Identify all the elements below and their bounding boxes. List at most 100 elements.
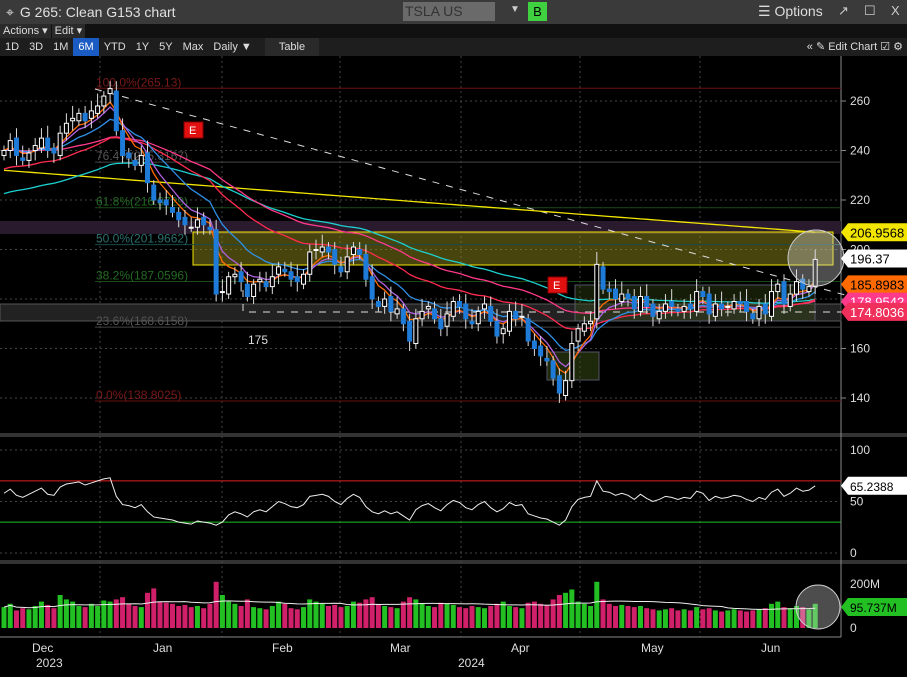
candle	[207, 226, 213, 231]
candle	[687, 303, 693, 310]
vol-tick-label: 0	[850, 621, 857, 635]
fib-label: 61.8%(216.8729)	[96, 195, 188, 209]
candle	[1, 150, 7, 156]
candle	[463, 303, 469, 320]
candle	[425, 305, 431, 310]
candle	[444, 313, 450, 327]
candle	[494, 320, 500, 337]
candle	[7, 140, 13, 152]
y-tick-label: 220	[850, 193, 870, 207]
candle	[432, 308, 438, 320]
volume-bar	[519, 608, 525, 628]
candle	[457, 300, 463, 307]
fib-label: 23.6%(168.6158)	[96, 314, 188, 328]
candle	[325, 246, 331, 253]
volume-bar	[494, 603, 500, 628]
volume-bar	[531, 601, 537, 628]
candle	[82, 112, 88, 122]
annotation-175: 175	[248, 333, 268, 347]
volume-bar	[288, 608, 294, 628]
volume-bar	[781, 607, 787, 628]
tag-volume-text: 95.737M	[850, 601, 897, 615]
volume-bar	[725, 610, 731, 628]
volume-bar	[694, 607, 700, 628]
month-label: Feb	[272, 641, 293, 655]
rsi-tick-label: 0	[850, 546, 857, 560]
volume-bar	[525, 602, 531, 628]
candle	[382, 298, 388, 307]
candle	[263, 281, 269, 288]
volume-bar	[787, 608, 793, 628]
candle	[719, 303, 725, 310]
candle	[469, 320, 475, 325]
candle	[126, 152, 132, 159]
volume-bar	[213, 581, 219, 628]
volume-bar	[438, 602, 444, 628]
volume-bar	[57, 595, 63, 628]
volume-bar	[313, 601, 319, 628]
candle	[625, 293, 631, 300]
candle	[737, 300, 743, 305]
volume-bar	[737, 610, 743, 628]
candle	[145, 152, 151, 184]
tag-ma-orange-text: 185.8983	[850, 277, 904, 292]
volume-bar	[282, 603, 288, 628]
volume-bar	[88, 603, 94, 628]
candle	[413, 318, 419, 345]
volume-bar	[163, 602, 169, 628]
volume-bar	[375, 603, 381, 628]
candle	[500, 328, 506, 335]
candle	[63, 122, 69, 134]
candle	[76, 112, 82, 122]
tag-price-text: 196.37	[850, 251, 890, 266]
candle	[756, 305, 762, 320]
volume-bar	[169, 603, 175, 628]
volume-bar	[675, 610, 681, 628]
candle	[606, 288, 612, 293]
candle	[637, 296, 643, 312]
earnings-label: E	[553, 280, 560, 292]
candle	[563, 380, 569, 397]
month-label: Dec	[32, 641, 53, 655]
candle	[57, 132, 63, 156]
candle	[700, 291, 706, 298]
candle	[669, 300, 675, 307]
volume-bar	[276, 601, 282, 628]
candle	[151, 184, 157, 201]
candle	[506, 310, 512, 332]
volume-bar	[550, 599, 556, 628]
candle	[182, 216, 188, 226]
volume-bar	[613, 606, 619, 628]
candle	[569, 343, 575, 382]
candle	[806, 286, 812, 293]
candle	[288, 271, 294, 280]
volume-bar	[338, 607, 344, 628]
candle	[619, 293, 625, 302]
candle	[588, 320, 594, 325]
candle	[70, 117, 76, 122]
candle	[238, 271, 244, 283]
candle	[781, 281, 787, 305]
volume-bar	[157, 601, 163, 628]
volume-bar	[95, 606, 101, 628]
volume-bar	[325, 606, 331, 628]
candle	[194, 219, 200, 228]
volume-bar	[219, 595, 225, 628]
volume-bar	[444, 603, 450, 628]
volume-bar	[363, 599, 369, 628]
vol-tick-label: 200M	[850, 577, 880, 591]
candle	[731, 300, 737, 310]
volume-bar	[263, 609, 269, 628]
volume-bar	[481, 608, 487, 628]
volume-bar	[563, 592, 569, 628]
volume-bar	[619, 604, 625, 628]
year-label: 2023	[36, 656, 63, 670]
candle	[338, 266, 344, 273]
candle	[276, 266, 282, 275]
month-label: Apr	[511, 641, 530, 655]
price-chart[interactable]: 140160180200220240260100.0%(265.13)76.4%…	[0, 0, 907, 677]
volume-bar	[513, 607, 519, 628]
volume-bar	[32, 606, 38, 628]
candle	[712, 303, 718, 317]
candle	[132, 159, 138, 166]
